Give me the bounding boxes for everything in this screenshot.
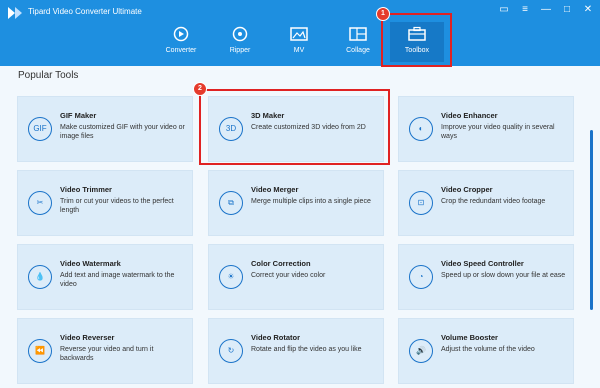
tool-desc: Rotate and flip the video as you like [251,346,362,353]
tool-name: Color Correction [251,259,311,268]
step-badge-1: 1 [376,7,390,21]
tool-card-color-correction[interactable]: ☀ Color Correction Correct your video co… [208,244,384,310]
tool-desc: Crop the redundant video footage [441,198,546,205]
tab-label: Converter [165,47,197,54]
tool-name: Video Enhancer [441,111,498,120]
tool-card-video-reverser[interactable]: ⏪ Video Reverser Reverse your video and … [17,318,193,384]
tab-ripper[interactable]: Ripper [213,22,267,62]
tab-label: MV [293,47,305,54]
tool-name: Video Speed Controller [441,259,524,268]
maximize-icon[interactable]: □ [561,4,573,16]
rewind-icon: ⏪ [28,339,52,363]
crop-icon: ⊡ [409,191,433,215]
tool-name: Video Merger [251,185,299,194]
tool-name: Volume Booster [441,333,498,342]
scrollbar[interactable] [590,130,593,310]
tool-desc: Trim or cut your videos to the perfect l… [60,198,174,214]
top-bar: Tipard Video Converter Ultimate ▭ ≡ — □ … [0,0,600,66]
close-icon[interactable]: ✕ [582,4,594,16]
tool-desc: Add text and image watermark to the vide… [60,272,175,288]
tool-desc: Speed up or slow down your file at ease [441,272,566,279]
tool-card-gif-maker[interactable]: GIF GIF Maker Make customized GIF with y… [17,96,193,162]
tool-desc: Make customized GIF with your video or i… [60,124,185,140]
droplet-icon: 💧 [28,265,52,289]
scissors-icon: ✂ [28,191,52,215]
step-badge-2: 2 [193,82,207,96]
merge-icon: ⧉ [219,191,243,215]
tool-card-video-watermark[interactable]: 💧 Video Watermark Add text and image wat… [17,244,193,310]
tool-name: Video Reverser [60,333,115,342]
tool-desc: Correct your video color [251,272,326,279]
tab-converter[interactable]: Converter [154,22,208,62]
tool-desc: Adjust the volume of the video [441,346,535,353]
tool-card-video-trimmer[interactable]: ✂ Video Trimmer Trim or cut your videos … [17,170,193,236]
tool-card-video-rotator[interactable]: ↻ Video Rotator Rotate and flip the vide… [208,318,384,384]
tab-collage[interactable]: Collage [331,22,385,62]
speaker-icon: 🔊 [409,339,433,363]
tool-name: Video Rotator [251,333,301,342]
section-title: Popular Tools [18,70,79,81]
tool-name: Video Watermark [60,259,121,268]
tool-card-video-speed-controller[interactable]: ◔ Video Speed Controller Speed up or slo… [398,244,574,310]
tool-name: Video Cropper [441,185,493,194]
minimize-icon[interactable]: — [540,4,552,16]
tool-name: GIF Maker [60,111,97,120]
tool-card-video-cropper[interactable]: ⊡ Video Cropper Crop the redundant video… [398,170,574,236]
rotate-icon: ↻ [219,339,243,363]
palette-icon: ◐ [409,117,433,141]
tool-desc: Reverse your video and turn it backwards [60,346,154,362]
tool-card-video-merger[interactable]: ⧉ Video Merger Merge multiple clips into… [208,170,384,236]
converter-icon [173,26,189,42]
sun-icon: ☀ [219,265,243,289]
tool-name: Video Trimmer [60,185,112,194]
tab-mv[interactable]: MV [272,22,326,62]
ripper-icon [232,26,248,42]
app-logo-icon [8,7,22,19]
3d-maker-highlight-box [199,89,390,165]
tab-label: Ripper [229,47,251,54]
collage-icon [349,27,367,41]
gif-icon: GIF [28,117,52,141]
toolbox-highlight-box [381,13,452,67]
tool-card-volume-booster[interactable]: 🔊 Volume Booster Adjust the volume of th… [398,318,574,384]
app-title: Tipard Video Converter Ultimate [28,7,142,16]
menu-icon[interactable]: ≡ [519,4,531,16]
mv-icon [290,27,308,41]
tool-card-video-enhancer[interactable]: ◐ Video Enhancer Improve your video qual… [398,96,574,162]
tool-desc: Merge multiple clips into a single piece [251,198,371,205]
feedback-icon[interactable]: ▭ [498,4,510,16]
tool-desc: Improve your video quality in several wa… [441,124,555,140]
speedometer-icon: ◔ [409,265,433,289]
tab-label: Collage [346,47,370,54]
